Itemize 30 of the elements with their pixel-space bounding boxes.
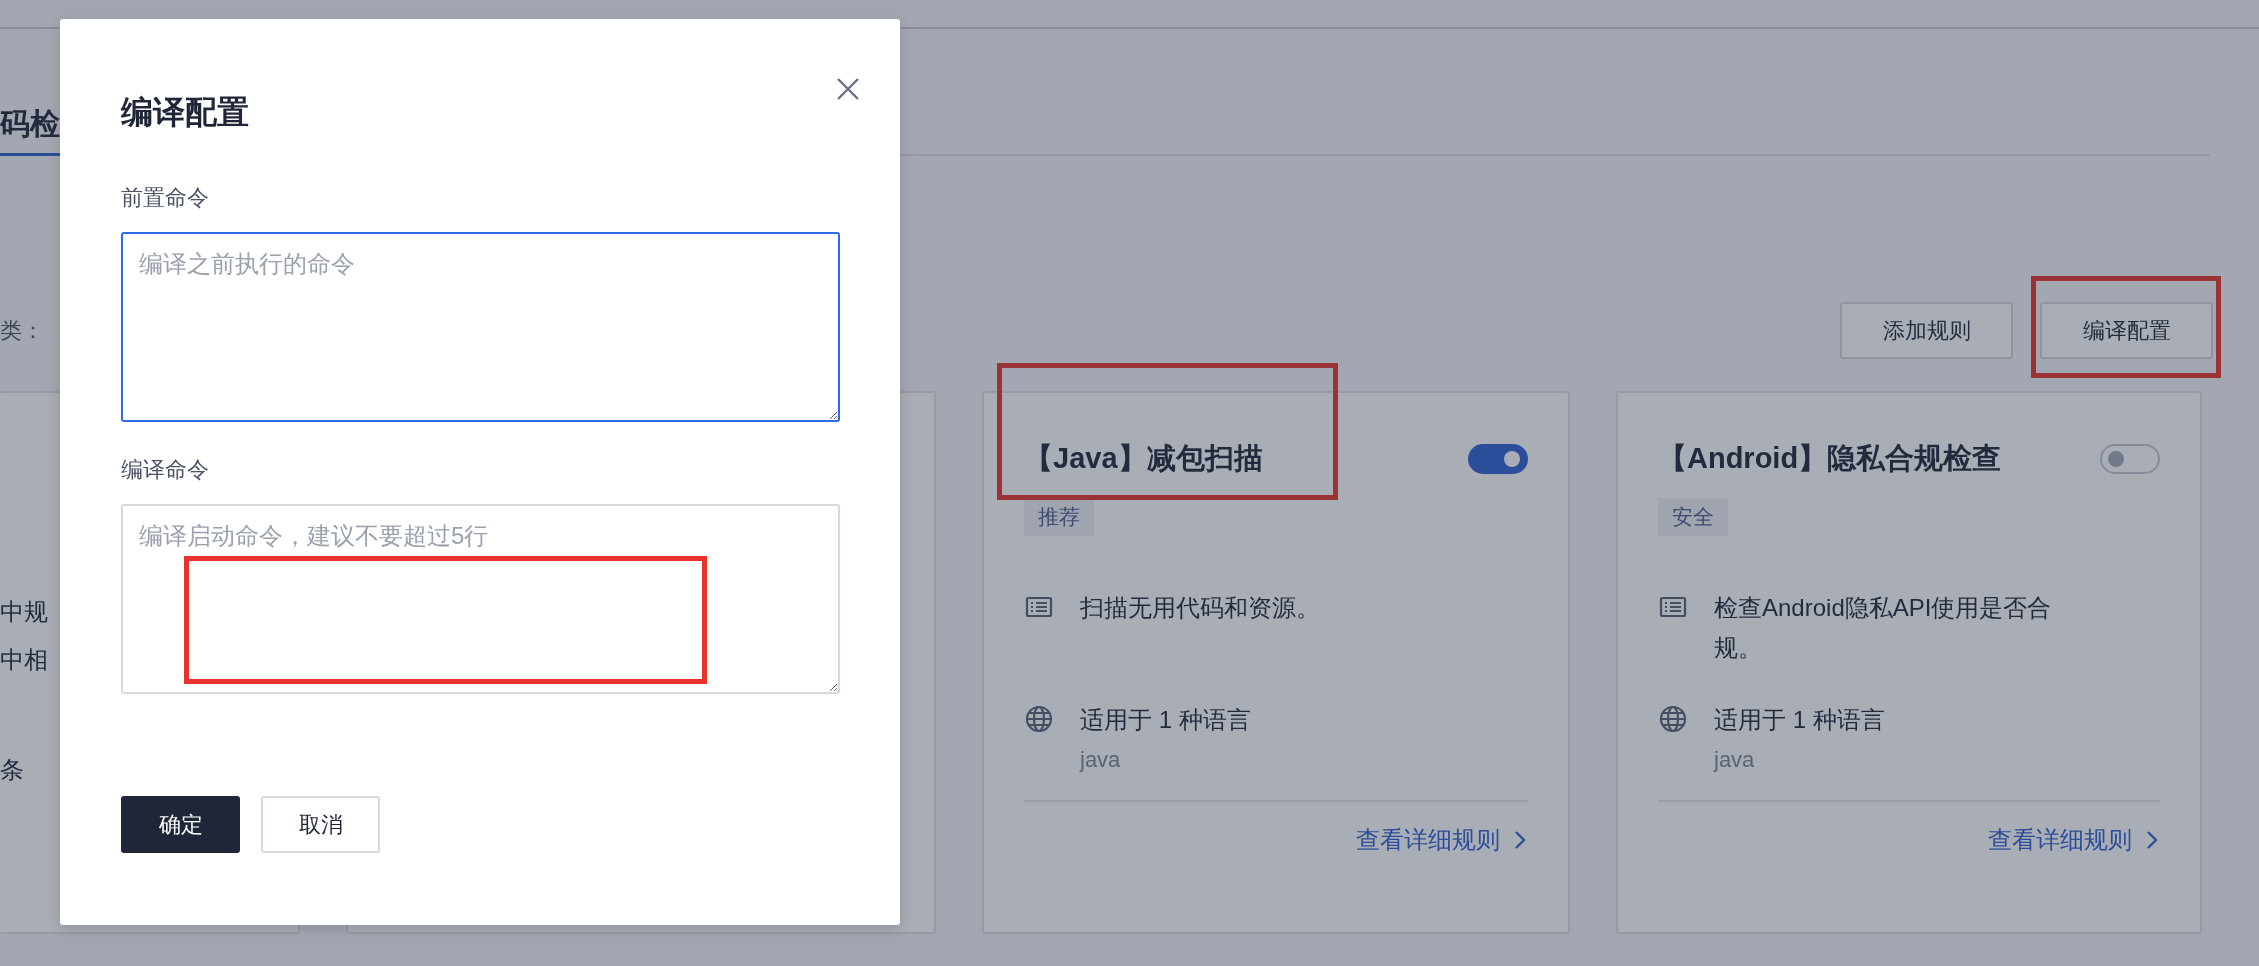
globe-icon xyxy=(1658,704,1688,734)
card-text: 中规 xyxy=(0,597,48,627)
tag: 安全 xyxy=(1658,498,1728,536)
field-label: 编译命令 xyxy=(121,456,209,484)
chevron-icon xyxy=(1512,829,1528,851)
filter-label: 类： xyxy=(0,316,44,345)
toggle-switch[interactable] xyxy=(1468,443,1528,474)
cancel-button[interactable]: 取消 xyxy=(261,796,380,853)
chevron-icon xyxy=(2144,829,2160,851)
card-description: 扫描无用代码和资源。 xyxy=(1080,593,1321,623)
globe-icon xyxy=(1024,704,1054,734)
confirm-button[interactable]: 确定 xyxy=(121,796,240,853)
card-text: 条 xyxy=(0,755,24,785)
language-list: java xyxy=(1080,740,1251,780)
details-link[interactable]: 查看详细规则 xyxy=(1988,824,2132,856)
card-title: 【Android】隐私合规检查 xyxy=(1658,440,2002,476)
card-description: 检查Android隐私API使用是否合规。 xyxy=(1714,593,2053,663)
details-link[interactable]: 查看详细规则 xyxy=(1356,824,1500,856)
dialog-title: 编译配置 xyxy=(121,93,250,132)
language-count: 适用于 1 种语言 xyxy=(1714,705,1885,735)
toolbar-button[interactable]: 添加规则 xyxy=(1840,302,2013,359)
input-field[interactable]: 编译之前执行的命令 xyxy=(121,232,840,422)
card-title: 【Java】减包扫描 xyxy=(1024,440,1263,476)
tag: 推荐 xyxy=(1024,498,1094,536)
toggle-switch[interactable] xyxy=(2100,443,2160,474)
card-text: 中相 xyxy=(0,645,48,675)
toolbar-button[interactable]: 编译配置 xyxy=(2040,302,2213,359)
field-label: 前置命令 xyxy=(121,184,209,212)
language-count: 适用于 1 种语言 xyxy=(1080,705,1251,735)
language-list: java xyxy=(1714,740,1885,780)
